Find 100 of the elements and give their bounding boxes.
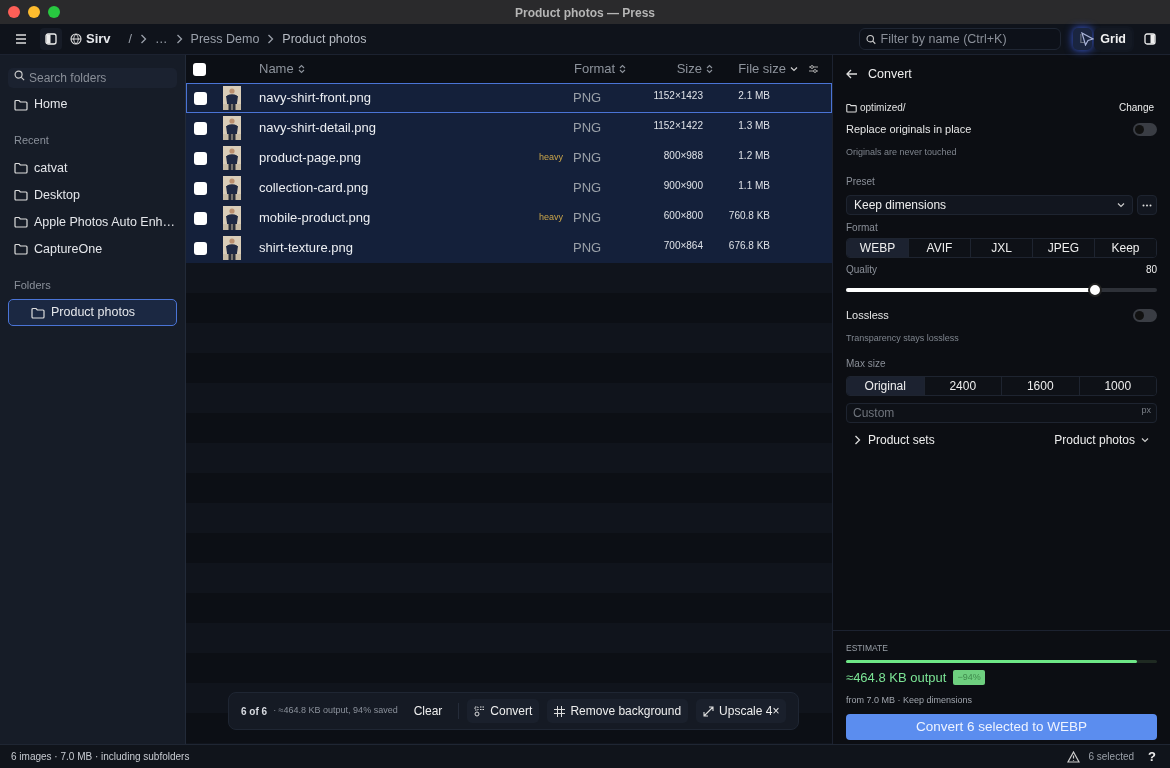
slider-thumb[interactable]: [1087, 283, 1102, 297]
column-header[interactable]: File size: [713, 59, 798, 79]
row-checkbox[interactable]: [194, 241, 207, 255]
row-checkbox[interactable]: [194, 151, 207, 165]
section-heading: Recent: [13, 133, 50, 148]
format-cell-text: PNG: [573, 239, 603, 258]
menu-icon[interactable]: [14, 33, 28, 45]
dimensions-cell-text: 800×988: [662, 148, 703, 163]
preset-dropdown[interactable]: Keep dimensions: [846, 195, 1133, 215]
folder-item[interactable]: Apple Photos Auto Enh…: [8, 208, 177, 236]
help-button[interactable]: ?: [1148, 746, 1156, 767]
field-label: Quality: [846, 263, 878, 277]
row-checkbox[interactable]: [194, 181, 207, 195]
folder-icon: [14, 98, 28, 111]
estimate-label: ESTIMATE: [846, 642, 889, 655]
segment-option[interactable]: JXL: [970, 239, 1032, 257]
dimensions-cell-text: 1152×1422: [652, 118, 703, 133]
row-checkbox[interactable]: [194, 121, 207, 135]
sort-icon: [297, 64, 305, 74]
unit-label: px: [1141, 405, 1151, 415]
dimensions-cell-text: 1152×1423: [652, 88, 703, 103]
breadcrumb-link[interactable]: Press Demo: [190, 29, 260, 49]
breadcrumb-link[interactable]: Product photos: [282, 29, 367, 49]
dimensions-cell-text: 700×864: [662, 238, 703, 253]
segment-option[interactable]: 1000: [1078, 377, 1156, 395]
folder-icon: [14, 216, 28, 228]
row-checkbox[interactable]: [194, 91, 207, 105]
status-text: 6 images · 7.0 MB · including subfolders: [11, 750, 190, 764]
segment-option[interactable]: 1600: [1001, 377, 1079, 395]
action-button[interactable]: Remove background: [547, 699, 689, 723]
savings-badge: −94%: [953, 669, 985, 686]
chevron-right-icon: [175, 34, 183, 44]
segment-option[interactable]: 2400: [923, 377, 1001, 395]
field-label: Max size: [846, 357, 887, 371]
window-title: Product photos — Press: [515, 6, 655, 20]
section-heading: Folders: [13, 277, 52, 293]
folder-item[interactable]: CaptureOne: [8, 235, 177, 263]
folder-item[interactable]: Home: [8, 91, 177, 118]
quality-slider[interactable]: [846, 283, 1157, 297]
file-name: navy-shirt-front.png: [259, 89, 372, 108]
field-label: Preset: [846, 175, 876, 189]
segment-option[interactable]: WEBP: [847, 239, 908, 257]
zoom-window-button[interactable]: [48, 6, 60, 18]
search-folders-field[interactable]: Search folders: [8, 68, 177, 88]
sidebar-toggle-button[interactable]: [40, 28, 62, 50]
column-header[interactable]: Size: [659, 59, 713, 79]
more-options-icon[interactable]: [1137, 195, 1157, 215]
toggle-switch[interactable]: [1133, 308, 1157, 322]
segment-option[interactable]: AVIF: [908, 239, 970, 257]
select-all-checkbox[interactable]: [193, 62, 206, 76]
folder-item[interactable]: Product photos: [8, 299, 177, 326]
column-header[interactable]: Name: [247, 59, 574, 79]
output-folder: optimized/: [860, 101, 906, 115]
set-dropdown[interactable]: Product photos: [1054, 431, 1149, 449]
breadcrumb-link[interactable]: …: [155, 29, 168, 49]
quality-value: 80: [1145, 263, 1157, 277]
back-arrow-icon[interactable]: [846, 69, 858, 79]
table-row[interactable]: navy-shirt-detail.png PNG 1152×1422 1.3 MB: [186, 113, 832, 143]
action-button[interactable]: Convert: [467, 699, 540, 723]
segment-option[interactable]: JPEG: [1032, 239, 1094, 257]
file-name: product-page.png: [259, 149, 362, 168]
site-button[interactable]: Sirv: [70, 29, 111, 49]
product-sets-toggle[interactable]: Product sets: [854, 431, 935, 449]
folder-item[interactable]: catvat: [8, 154, 177, 182]
warning-icon[interactable]: [1067, 750, 1081, 763]
globe-icon: [70, 33, 82, 45]
sliders-icon[interactable]: [808, 64, 819, 74]
table-row[interactable]: collection-card.png PNG 900×900 1.1 MB: [186, 173, 832, 203]
row-checkbox[interactable]: [194, 211, 207, 225]
selected-count: 6 selected: [1088, 750, 1135, 764]
format-cell-text: PNG: [573, 119, 603, 138]
file-size-cell-text: 760.8 KB: [727, 208, 770, 223]
minimize-window-button[interactable]: [28, 6, 40, 18]
segment-option[interactable]: Original: [847, 377, 924, 395]
format-cell-text: PNG: [573, 179, 603, 198]
file-name: shirt-texture.png: [259, 239, 354, 258]
table-row[interactable]: shirt-texture.png PNG 700×864 676.8 KB: [186, 233, 832, 263]
close-window-button[interactable]: [8, 6, 20, 18]
savings-summary: · ≈464.8 KB output, 94% saved: [273, 704, 398, 718]
panel-toggle-icon[interactable]: [1144, 33, 1156, 45]
table-row[interactable]: navy-shirt-front.png PNG 1152×1423 2.1 MB: [186, 83, 832, 113]
table-row[interactable]: mobile-product.png heavy PNG 600×800 760.8 KB: [186, 203, 832, 233]
change-button[interactable]: Change: [1118, 100, 1154, 115]
file-size-cell-text: 676.8 KB: [727, 238, 770, 253]
toggle-switch[interactable]: [1133, 122, 1157, 136]
folder-icon: [31, 306, 45, 319]
breadcrumb-link[interactable]: /: [128, 29, 133, 49]
folder-icon: [14, 189, 28, 201]
crop-grid-icon: [554, 705, 566, 717]
column-header[interactable]: Format: [574, 59, 659, 79]
estimate-detail: from 7.0 MB · Keep dimensions: [846, 694, 974, 708]
filter-field[interactable]: Filter by name (Ctrl+K): [859, 28, 1062, 50]
action-button[interactable]: Upscale 4×: [696, 699, 787, 723]
chevron-right-icon: [854, 435, 861, 445]
folder-item[interactable]: Desktop: [8, 181, 177, 209]
file-size-cell-text: 2.1 MB: [737, 88, 770, 103]
segment-option[interactable]: Keep: [1094, 239, 1156, 257]
heavy-tag: heavy: [538, 152, 563, 163]
table-row[interactable]: product-page.png heavy PNG 800×988 1.2 MB: [186, 143, 832, 173]
clear-button[interactable]: Clear: [405, 702, 451, 720]
